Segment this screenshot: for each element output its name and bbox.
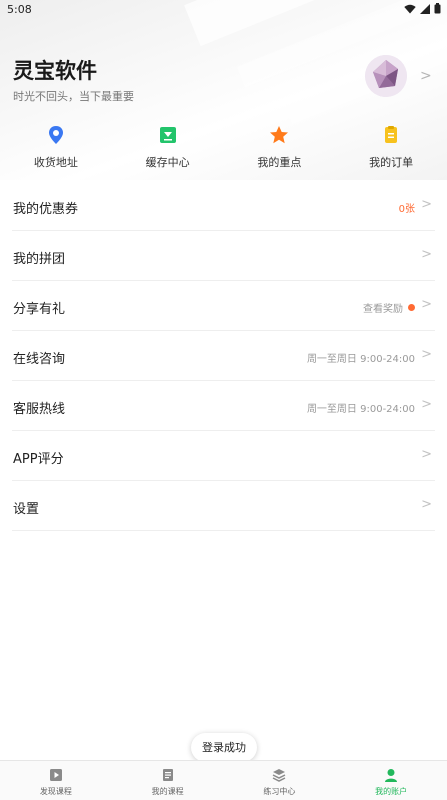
- menu-item-coupons[interactable]: 我的优惠券 0张 >: [12, 181, 435, 231]
- quick-actions: 收货地址 缓存中心 我的重点 我的订单: [0, 115, 447, 177]
- menu-item-label: 设置: [13, 502, 40, 517]
- tab-my-courses[interactable]: 我的课程: [112, 761, 224, 800]
- bottom-tab-bar: 发现课程 我的课程 练习中心 我的账户: [0, 760, 447, 800]
- tab-label: 发现课程: [39, 787, 72, 796]
- wifi-icon: [404, 4, 416, 13]
- menu-item-hotline[interactable]: 客服热线 周一至周日 9:00-24:00 >: [12, 381, 435, 431]
- tab-label: 练习中心: [263, 787, 296, 796]
- menu-item-label: 我的拼团: [13, 252, 66, 267]
- toast-message: 登录成功: [191, 733, 257, 762]
- menu-item-label: 我的优惠券: [13, 202, 79, 217]
- menu-item-online-consult[interactable]: 在线咨询 周一至周日 9:00-24:00 >: [12, 331, 435, 381]
- profile-name[interactable]: 灵宝软件: [13, 55, 97, 85]
- user-icon: [385, 769, 398, 782]
- signal-icon: [420, 3, 430, 14]
- chevron-right-icon: >: [421, 297, 432, 312]
- status-bar: 5:08: [0, 0, 447, 20]
- download-icon: [159, 127, 176, 143]
- quick-action-label: 我的订单: [369, 156, 414, 169]
- menu-item-label: 在线咨询: [13, 352, 66, 367]
- coupon-count: 0张: [398, 204, 415, 215]
- service-hours: 周一至周日 9:00-24:00: [306, 404, 415, 415]
- profile-arrow-icon[interactable]: >: [420, 68, 432, 84]
- chevron-right-icon: >: [421, 397, 432, 412]
- chevron-right-icon: >: [421, 497, 432, 512]
- menu-item-label: 客服热线: [13, 402, 66, 417]
- quick-action-label: 缓存中心: [145, 156, 190, 169]
- notification-dot-icon: [408, 304, 415, 311]
- tab-label: 我的课程: [151, 787, 184, 796]
- chevron-right-icon: >: [421, 347, 432, 362]
- menu-item-label: 分享有礼: [13, 302, 66, 317]
- quick-action-label: 收货地址: [33, 156, 78, 169]
- quick-action-address[interactable]: 收货地址: [0, 115, 112, 177]
- tab-discover-courses[interactable]: 发现课程: [0, 761, 112, 800]
- account-menu: 我的优惠券 0张 > 我的拼团 > 分享有礼 查看奖励 > 在线咨询 周一至周日…: [12, 181, 435, 531]
- status-time: 5:08: [7, 3, 32, 16]
- tab-my-account[interactable]: 我的账户: [335, 761, 447, 800]
- avatar[interactable]: [365, 55, 407, 97]
- quick-action-orders[interactable]: 我的订单: [335, 115, 447, 177]
- menu-item-label: APP评分: [13, 452, 64, 467]
- book-icon: [162, 769, 173, 781]
- avatar-image: [365, 55, 407, 97]
- order-icon: [385, 126, 398, 143]
- star-icon: [270, 126, 289, 144]
- quick-action-label: 我的重点: [257, 156, 302, 169]
- layers-icon: [273, 769, 286, 782]
- menu-item-share-reward[interactable]: 分享有礼 查看奖励 >: [12, 281, 435, 331]
- reward-hint-text: 查看奖励: [363, 304, 403, 315]
- profile-motto: 时光不回头，当下最重要: [13, 90, 134, 103]
- location-pin-icon: [48, 126, 63, 144]
- chevron-right-icon: >: [421, 247, 432, 262]
- quick-action-focus[interactable]: 我的重点: [224, 115, 336, 177]
- chevron-right-icon: >: [421, 447, 432, 462]
- menu-item-settings[interactable]: 设置 >: [12, 481, 435, 531]
- quick-action-cache[interactable]: 缓存中心: [112, 115, 224, 177]
- service-hours: 周一至周日 9:00-24:00: [306, 354, 415, 365]
- menu-item-app-rating[interactable]: APP评分 >: [12, 431, 435, 481]
- menu-item-hint: 查看奖励: [363, 300, 415, 315]
- menu-item-group-buy[interactable]: 我的拼团 >: [12, 231, 435, 281]
- tab-label: 我的账户: [375, 787, 408, 796]
- video-icon: [49, 769, 62, 781]
- tab-practice-center[interactable]: 练习中心: [224, 761, 336, 800]
- battery-icon: [434, 3, 441, 14]
- chevron-right-icon: >: [421, 197, 432, 212]
- status-icons: [404, 3, 441, 14]
